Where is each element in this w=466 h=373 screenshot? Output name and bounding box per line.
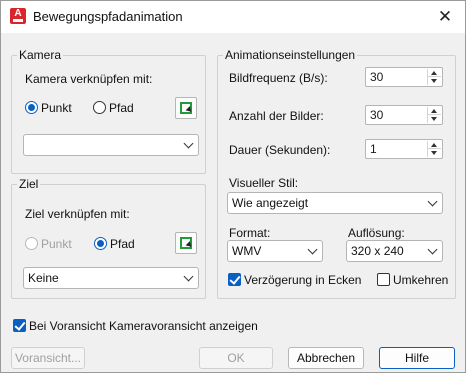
frames-label: Anzahl der Bilder: [229, 109, 324, 123]
kamera-radio-point[interactable] [25, 101, 38, 114]
chevron-down-icon [427, 196, 438, 207]
reverse-checkbox[interactable] [377, 273, 390, 286]
ziel-pick-button[interactable] [175, 232, 197, 254]
format-label: Format: [229, 226, 271, 240]
title-bar: A Bewegungspfadanimation ✕ [1, 1, 465, 33]
kamera-pick-button[interactable] [175, 97, 197, 119]
cancel-button[interactable]: Abbrechen [288, 347, 364, 369]
kamera-dropdown[interactable] [23, 134, 199, 156]
visual-style-value: Wie angezeigt [232, 196, 309, 210]
spin-up-icon[interactable] [428, 107, 441, 115]
camera-preview-checkbox[interactable] [13, 319, 26, 332]
resolution-dropdown[interactable]: 320 x 240 [346, 240, 443, 262]
ziel-link-label: Ziel verknüpfen mit: [25, 207, 130, 221]
kamera-radio-path[interactable] [93, 101, 106, 114]
window-title: Bewegungspfadanimation [33, 9, 183, 24]
ziel-radio-point-label[interactable]: Punkt [41, 237, 72, 251]
fps-value: 30 [370, 70, 384, 84]
spin-up-icon[interactable] [428, 69, 441, 77]
kamera-radio-point-label[interactable]: Punkt [41, 101, 72, 115]
close-icon[interactable]: ✕ [433, 5, 457, 29]
kamera-link-label: Kamera verknüpfen mit: [25, 72, 153, 86]
kamera-legend: Kamera [17, 48, 64, 62]
format-dropdown[interactable]: WMV [227, 240, 323, 262]
ziel-dropdown[interactable]: Keine [23, 267, 199, 289]
preview-button[interactable]: Voransicht... [11, 347, 85, 369]
dialog-window: A Bewegungspfadanimation ✕ Kamera Kamera… [0, 0, 466, 373]
camera-preview-label[interactable]: Bei Voransicht Kameravoransicht anzeigen [29, 319, 258, 333]
chevron-down-icon [183, 138, 194, 149]
fps-label: Bildfrequenz (B/s): [229, 71, 328, 85]
duration-value: 1 [370, 142, 377, 156]
duration-spinner[interactable]: 1 [365, 139, 443, 159]
help-button[interactable]: Hilfe [379, 347, 455, 369]
spin-down-icon[interactable] [428, 149, 441, 157]
ziel-legend: Ziel [17, 177, 41, 191]
chevron-down-icon [427, 244, 438, 255]
ziel-dropdown-value: Keine [28, 271, 59, 285]
ziel-radio-path[interactable] [94, 237, 107, 250]
frames-value: 30 [370, 108, 384, 122]
spin-down-icon[interactable] [428, 115, 441, 123]
ziel-radio-point[interactable] [25, 237, 38, 250]
anim-legend: Animationseinstellungen [223, 48, 358, 62]
ziel-radio-path-label[interactable]: Pfad [110, 237, 135, 251]
visual-style-label: Visueller Stil: [229, 176, 299, 190]
spin-down-icon[interactable] [428, 77, 441, 85]
visual-style-dropdown[interactable]: Wie angezeigt [227, 192, 443, 214]
ok-button[interactable]: OK [199, 347, 273, 369]
resolution-value: 320 x 240 [351, 244, 404, 258]
kamera-radio-path-label[interactable]: Pfad [109, 101, 134, 115]
spin-up-icon[interactable] [428, 141, 441, 149]
app-icon: A [10, 8, 26, 24]
fps-spinner[interactable]: 30 [365, 67, 443, 87]
reverse-label[interactable]: Umkehren [393, 273, 448, 287]
duration-label: Dauer (Sekunden): [229, 143, 331, 157]
corner-delay-label[interactable]: Verzögerung in Ecken [244, 273, 361, 287]
resolution-label: Auflösung: [348, 226, 405, 240]
frames-spinner[interactable]: 30 [365, 105, 443, 125]
chevron-down-icon [183, 271, 194, 282]
corner-delay-checkbox[interactable] [228, 273, 241, 286]
format-value: WMV [232, 244, 262, 258]
chevron-down-icon [307, 244, 318, 255]
